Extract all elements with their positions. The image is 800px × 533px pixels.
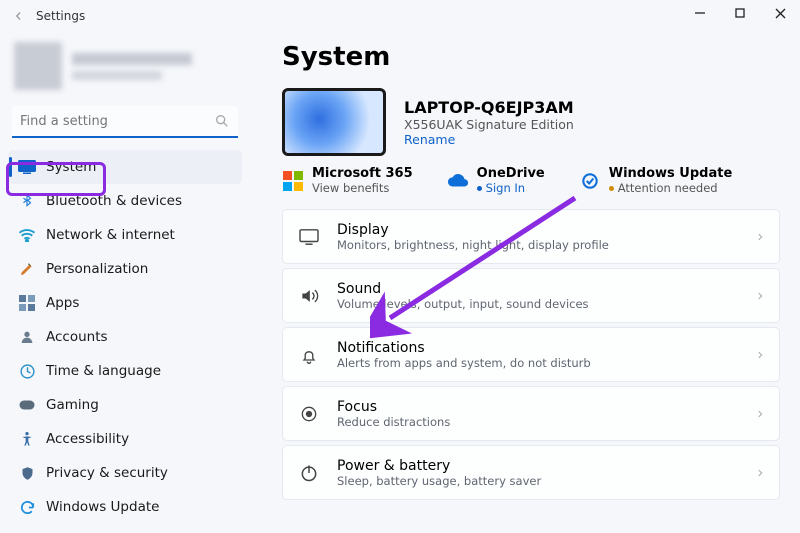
sidebar-item-accounts[interactable]: Accounts [8, 320, 242, 354]
shortcut-microsoft365[interactable]: Microsoft 365View benefits [282, 166, 413, 195]
shortcut-title: Windows Update [609, 166, 733, 181]
card-title: Focus [337, 399, 450, 415]
card-sub: Sleep, battery usage, battery saver [337, 474, 541, 488]
sidebar-label: Apps [46, 295, 79, 311]
card-title: Power & battery [337, 458, 541, 474]
sidebar-item-system[interactable]: System [8, 150, 242, 184]
sidebar-item-gaming[interactable]: Gaming [8, 388, 242, 422]
brush-icon [18, 260, 36, 278]
shortcut-windows-update[interactable]: Windows UpdateAttention needed [579, 166, 733, 195]
shortcut-title: OneDrive [477, 166, 545, 181]
sidebar-item-network[interactable]: Network & internet [8, 218, 242, 252]
page-title: System [282, 42, 780, 72]
sidebar: System Bluetooth & devices Network & int… [0, 32, 250, 533]
card-sound[interactable]: SoundVolume levels, output, input, sound… [282, 268, 780, 323]
nav: System Bluetooth & devices Network & int… [8, 150, 242, 524]
card-title: Notifications [337, 340, 591, 356]
sidebar-label: Network & internet [46, 227, 175, 243]
close-button[interactable] [760, 0, 800, 26]
search-wrapper [12, 106, 238, 138]
update-icon [579, 170, 601, 192]
sidebar-item-apps[interactable]: Apps [8, 286, 242, 320]
card-notifications[interactable]: NotificationsAlerts from apps and system… [282, 327, 780, 382]
person-icon [18, 328, 36, 346]
globe-clock-icon [18, 362, 36, 380]
microsoft-logo-icon [282, 170, 304, 192]
sidebar-item-personalization[interactable]: Personalization [8, 252, 242, 286]
shortcut-sub: Attention needed [609, 181, 733, 195]
focus-icon [297, 402, 321, 426]
sidebar-label: Bluetooth & devices [46, 193, 182, 209]
card-focus[interactable]: FocusReduce distractions [282, 386, 780, 441]
user-profile[interactable] [8, 38, 242, 100]
search-icon [214, 113, 230, 129]
chevron-right-icon [755, 407, 765, 421]
card-title: Display [337, 222, 609, 238]
rename-link[interactable]: Rename [404, 132, 574, 147]
window-controls [680, 0, 800, 26]
chevron-right-icon [755, 289, 765, 303]
card-sub: Reduce distractions [337, 415, 450, 429]
power-icon [297, 461, 321, 485]
user-name-redacted [72, 53, 192, 65]
onedrive-icon [447, 170, 469, 192]
device-model: X556UAK Signature Edition [404, 117, 574, 132]
window-title: Settings [36, 9, 85, 23]
sidebar-item-privacy[interactable]: Privacy & security [8, 456, 242, 490]
shortcut-title: Microsoft 365 [312, 166, 413, 181]
gamepad-icon [18, 396, 36, 414]
chevron-right-icon [755, 230, 765, 244]
sidebar-label: Personalization [46, 261, 148, 277]
display-icon [297, 225, 321, 249]
accessibility-icon [18, 430, 36, 448]
device-image [282, 88, 386, 156]
sidebar-label: Accessibility [46, 431, 129, 447]
sidebar-item-bluetooth[interactable]: Bluetooth & devices [8, 184, 242, 218]
back-icon[interactable] [12, 9, 26, 23]
wifi-icon [18, 226, 36, 244]
sidebar-label: Time & language [46, 363, 161, 379]
card-sub: Volume levels, output, input, sound devi… [337, 297, 589, 311]
shortcut-sub: Sign In [477, 181, 545, 195]
sidebar-item-accessibility[interactable]: Accessibility [8, 422, 242, 456]
device-banner: LAPTOP-Q6EJP3AM X556UAK Signature Editio… [282, 88, 780, 156]
device-name: LAPTOP-Q6EJP3AM [404, 98, 574, 117]
minimize-button[interactable] [680, 0, 720, 26]
sync-icon [18, 498, 36, 516]
avatar [14, 42, 62, 90]
card-power-battery[interactable]: Power & batterySleep, battery usage, bat… [282, 445, 780, 500]
card-sub: Monitors, brightness, night light, displ… [337, 238, 609, 252]
card-display[interactable]: DisplayMonitors, brightness, night light… [282, 209, 780, 264]
sidebar-item-time-language[interactable]: Time & language [8, 354, 242, 388]
sidebar-label: Gaming [46, 397, 99, 413]
chevron-right-icon [755, 348, 765, 362]
sidebar-label: Accounts [46, 329, 108, 345]
maximize-button[interactable] [720, 0, 760, 26]
card-sub: Alerts from apps and system, do not dist… [337, 356, 591, 370]
sidebar-item-windows-update[interactable]: Windows Update [8, 490, 242, 524]
chevron-right-icon [755, 466, 765, 480]
sound-icon [297, 284, 321, 308]
shortcut-sub: View benefits [312, 181, 413, 195]
shortcuts-row: Microsoft 365View benefits OneDriveSign … [282, 166, 780, 195]
main-content: System LAPTOP-Q6EJP3AM X556UAK Signature… [250, 32, 800, 533]
apps-icon [18, 294, 36, 312]
sidebar-label: Privacy & security [46, 465, 168, 481]
sidebar-label: Windows Update [46, 499, 159, 515]
bluetooth-icon [18, 192, 36, 210]
sidebar-label: System [46, 159, 96, 175]
settings-card-list: DisplayMonitors, brightness, night light… [282, 209, 780, 500]
card-title: Sound [337, 281, 589, 297]
user-email-redacted [72, 71, 162, 80]
shortcut-onedrive[interactable]: OneDriveSign In [447, 166, 545, 195]
search-input[interactable] [12, 106, 238, 138]
shield-icon [18, 464, 36, 482]
system-icon [18, 158, 36, 176]
bell-icon [297, 343, 321, 367]
